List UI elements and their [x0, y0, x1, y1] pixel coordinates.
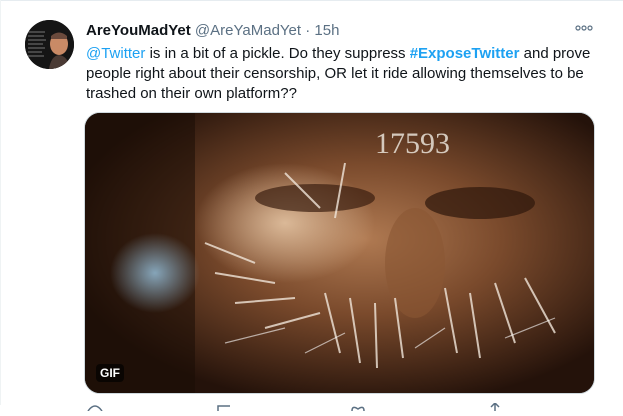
tweet-actions — [86, 398, 606, 412]
top-divider — [0, 0, 623, 1]
hashtag-link[interactable]: #ExposeTwitter — [410, 45, 520, 62]
tweet-card[interactable]: AreYouMadYet @AreYaMadYet · 15h @Twitter… — [0, 0, 623, 412]
display-name[interactable]: AreYouMadYet — [86, 22, 191, 39]
avatar-image — [25, 20, 74, 69]
separator-dot: · — [305, 22, 311, 39]
more-icon[interactable] — [573, 21, 595, 35]
avatar[interactable] — [25, 20, 74, 69]
tweet-header: AreYouMadYet @AreYaMadYet · 15h — [86, 22, 339, 39]
mention-link[interactable]: @Twitter — [86, 45, 145, 62]
user-handle[interactable]: @AreYaMadYet — [195, 22, 301, 39]
gif-frame: 17593 — [85, 113, 594, 393]
left-divider — [0, 0, 1, 405]
gif-overlay-numbers: 17593 — [375, 127, 450, 160]
gif-media[interactable]: 17593 — [84, 112, 595, 394]
tweet-text-part1: is in a bit of a pickle. Do they suppres… — [145, 45, 410, 62]
gif-badge: GIF — [96, 364, 124, 382]
timestamp[interactable]: 15h — [314, 22, 339, 39]
tweet-text: @Twitter is in a bit of a pickle. Do the… — [86, 44, 606, 104]
